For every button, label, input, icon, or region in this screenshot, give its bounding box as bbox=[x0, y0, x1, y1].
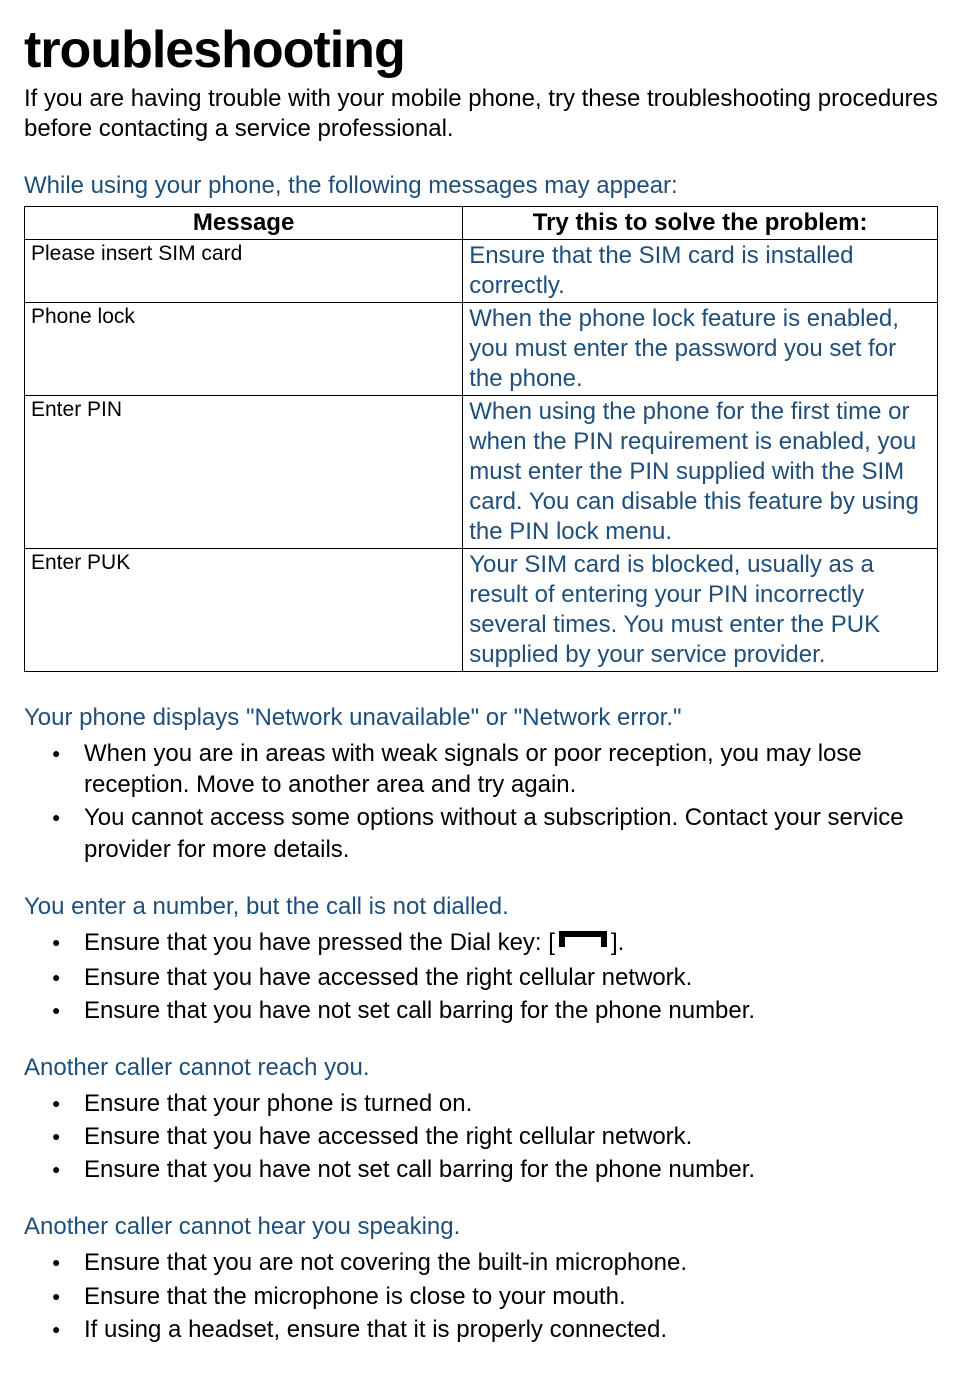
list-item: When you are in areas with weak signals … bbox=[84, 738, 938, 800]
sol-cell: Ensure that the SIM card is installed co… bbox=[463, 240, 938, 303]
dial-key-icon bbox=[555, 927, 611, 959]
list-network: When you are in areas with weak signals … bbox=[24, 738, 938, 865]
msg-cell: Please insert SIM card bbox=[25, 240, 463, 303]
dial-text-pre: Ensure that you have pressed the Dial ke… bbox=[84, 929, 555, 956]
list-item: Ensure that you have not set call barrin… bbox=[84, 1154, 938, 1185]
msg-cell: Enter PUK bbox=[25, 549, 463, 672]
section-heading-cannotreach: Another caller cannot reach you. bbox=[24, 1054, 938, 1082]
list-item: Ensure that the microphone is close to y… bbox=[84, 1281, 938, 1312]
table-row: Please insert SIM card Ensure that the S… bbox=[25, 240, 938, 303]
sol-cell: When using the phone for the first time … bbox=[463, 396, 938, 549]
page-title: troubleshooting bbox=[24, 20, 938, 80]
table-row: Phone lock When the phone lock feature i… bbox=[25, 303, 938, 396]
list-item: Ensure that your phone is turned on. bbox=[84, 1088, 938, 1119]
section-heading-notdialled: You enter a number, but the call is not … bbox=[24, 893, 938, 921]
list-cannotreach: Ensure that your phone is turned on. Ens… bbox=[24, 1088, 938, 1186]
table-row: Enter PUK Your SIM card is blocked, usua… bbox=[25, 549, 938, 672]
table-heading: While using your phone, the following me… bbox=[24, 172, 938, 200]
sol-cell: Your SIM card is blocked, usually as a r… bbox=[463, 549, 938, 672]
section-heading-network: Your phone displays "Network unavailable… bbox=[24, 704, 938, 732]
list-item: Ensure that you have not set call barrin… bbox=[84, 995, 938, 1026]
col-solution: Try this to solve the problem: bbox=[463, 207, 938, 240]
list-item: You cannot access some options without a… bbox=[84, 802, 938, 864]
messages-table: Message Try this to solve the problem: P… bbox=[24, 206, 938, 672]
sol-cell: When the phone lock feature is enabled, … bbox=[463, 303, 938, 396]
list-item: Ensure that you have accessed the right … bbox=[84, 962, 938, 993]
list-notdialled: Ensure that you have pressed the Dial ke… bbox=[24, 927, 938, 1026]
list-cannothear: Ensure that you are not covering the bui… bbox=[24, 1247, 938, 1345]
list-item: If using a headset, ensure that it is pr… bbox=[84, 1314, 938, 1345]
msg-cell: Enter PIN bbox=[25, 396, 463, 549]
intro-text: If you are having trouble with your mobi… bbox=[24, 84, 938, 144]
table-header-row: Message Try this to solve the problem: bbox=[25, 207, 938, 240]
list-item: Ensure that you have pressed the Dial ke… bbox=[84, 927, 938, 960]
list-item: Ensure that you are not covering the bui… bbox=[84, 1247, 938, 1278]
table-row: Enter PIN When using the phone for the f… bbox=[25, 396, 938, 549]
msg-cell: Phone lock bbox=[25, 303, 463, 396]
list-item: Ensure that you have accessed the right … bbox=[84, 1121, 938, 1152]
col-message: Message bbox=[25, 207, 463, 240]
dial-text-post: ]. bbox=[611, 929, 624, 956]
section-heading-cannothear: Another caller cannot hear you speaking. bbox=[24, 1213, 938, 1241]
